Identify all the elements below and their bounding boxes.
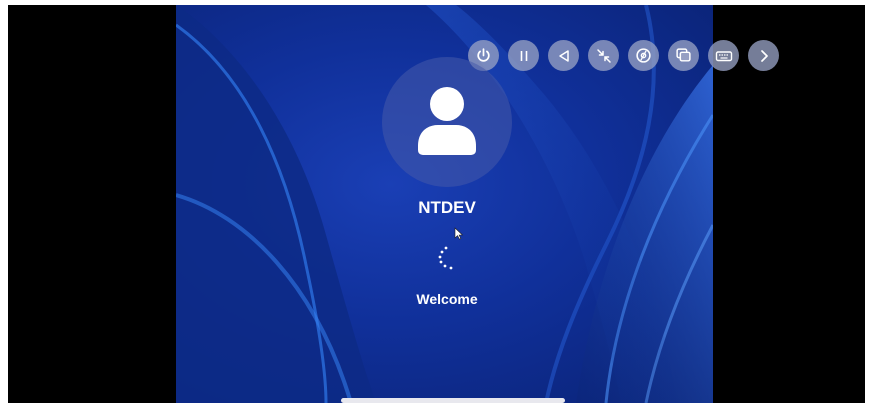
keyboard-icon (715, 50, 732, 61)
remote-desktop-frame: NTDEV Welcome (8, 5, 865, 403)
exit-fullscreen-button[interactable] (588, 40, 619, 71)
pause-icon (520, 50, 527, 61)
disc-button[interactable] (628, 40, 659, 71)
home-indicator-bar[interactable] (341, 398, 565, 403)
switch-window-button[interactable] (668, 40, 699, 71)
loading-spinner-icon (438, 246, 453, 270)
back-button[interactable] (548, 40, 579, 71)
disc-icon (636, 48, 651, 63)
user-avatar (382, 57, 512, 187)
windows-overlap-icon (676, 48, 691, 62)
shrink-icon (596, 48, 611, 63)
person-icon (418, 87, 476, 155)
mouse-cursor-icon (454, 227, 464, 240)
username-label: NTDEV (418, 198, 476, 217)
welcome-status: Welcome (416, 291, 478, 307)
chevron-right-icon (760, 49, 768, 62)
expand-toolbar-button[interactable] (748, 40, 779, 71)
keyboard-button[interactable] (708, 40, 739, 71)
pause-button[interactable] (508, 40, 539, 71)
back-triangle-icon (558, 49, 569, 62)
remote-session-toolbar (468, 40, 779, 71)
